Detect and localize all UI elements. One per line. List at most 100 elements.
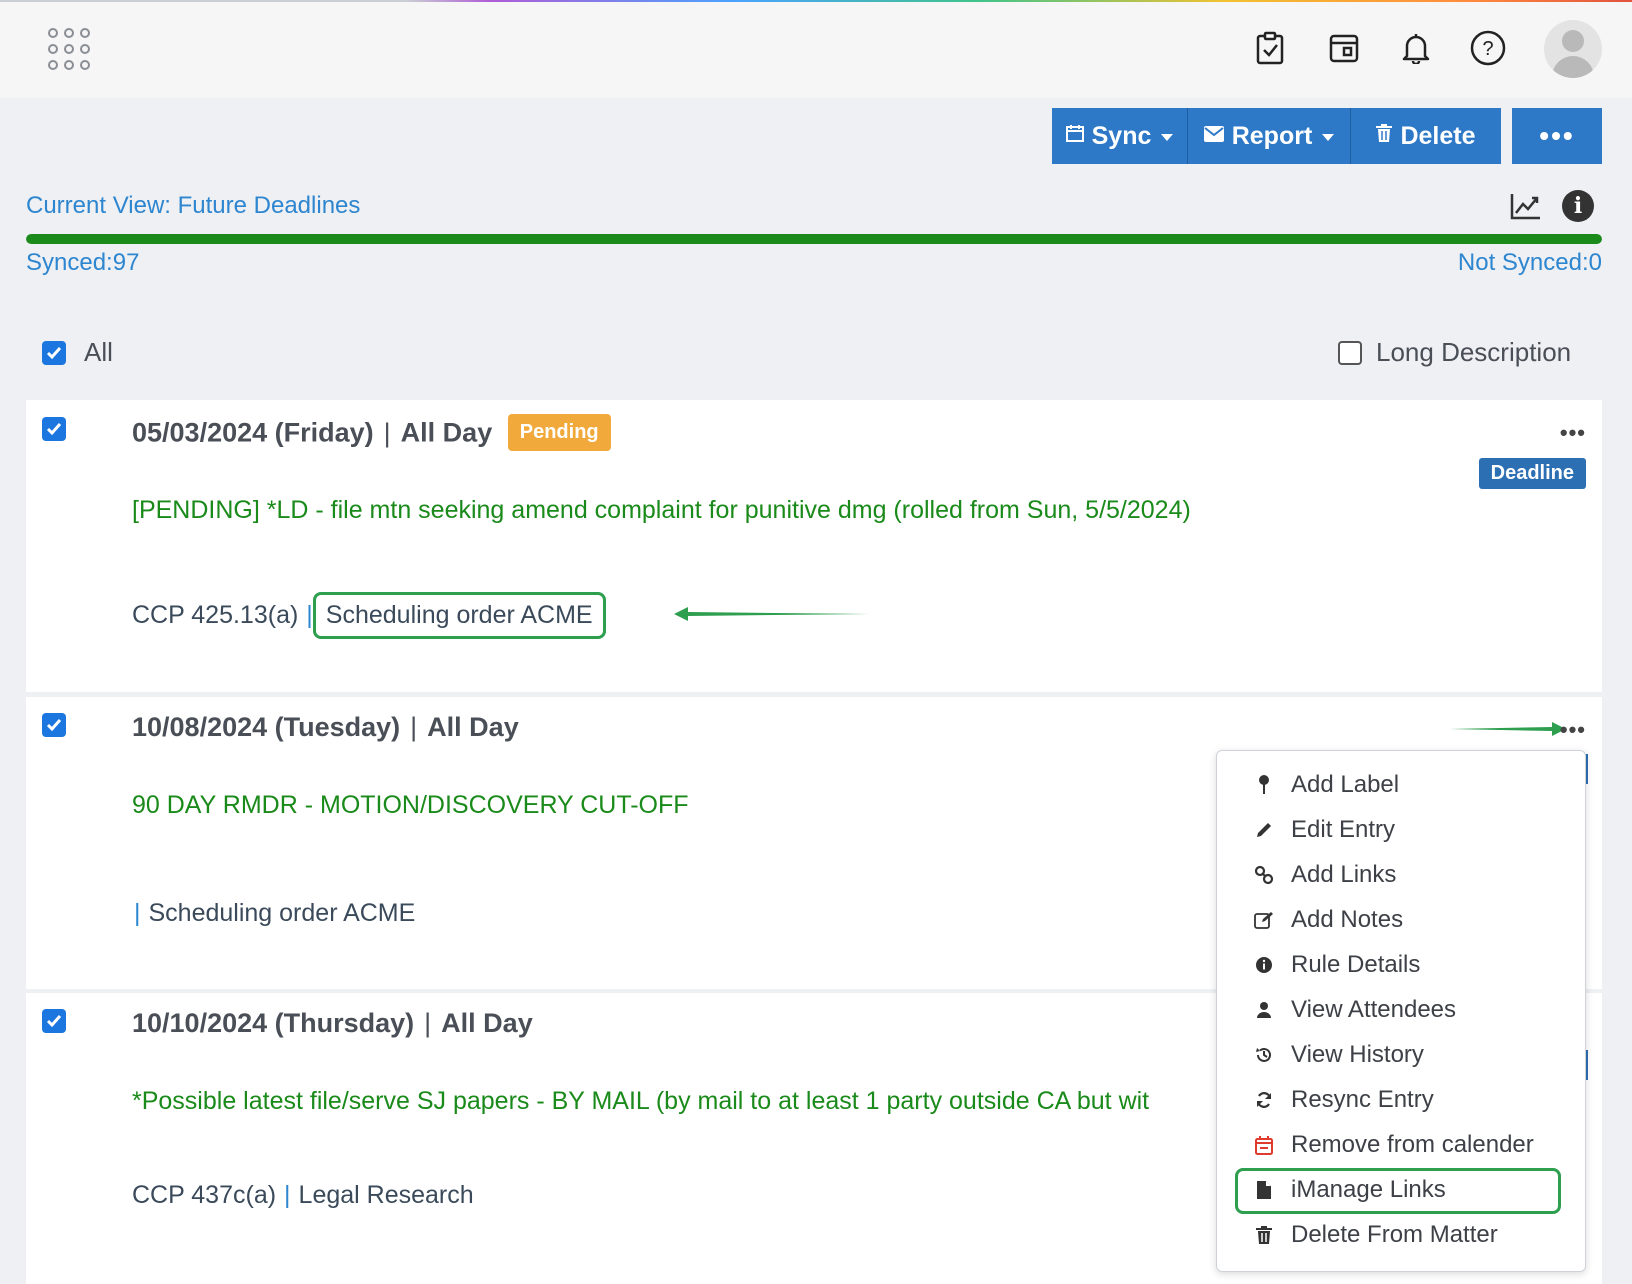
menu-item-label: Add Links — [1291, 861, 1397, 888]
entry-title[interactable]: [PENDING] *LD - file mtn seeking amend c… — [132, 496, 1191, 525]
menu-item-label: View History — [1291, 1041, 1424, 1068]
entry-date: 10/10/2024 (Thursday) — [132, 1008, 415, 1038]
sync-button[interactable]: Sync — [1052, 108, 1188, 164]
user-avatar-icon[interactable] — [1544, 20, 1602, 78]
calendar-box-icon[interactable] — [1326, 30, 1362, 66]
pin-icon — [1253, 774, 1275, 796]
annotation-arrow-right — [1450, 722, 1566, 736]
menu-item-label: Rule Details — [1291, 951, 1421, 978]
chevron-down-icon — [1322, 133, 1335, 141]
more-actions-button[interactable]: ••• — [1512, 108, 1602, 164]
select-all-label: All — [84, 337, 113, 367]
synced-count: Synced:97 — [26, 249, 140, 276]
entry-title[interactable]: *Possible latest file/serve SJ papers - … — [132, 1087, 1246, 1116]
entry-meta: CCP 425.13(a) | Scheduling order ACME — [132, 592, 606, 639]
separator: | — [284, 1181, 291, 1209]
report-button[interactable]: Report — [1188, 108, 1351, 164]
menu-item-label: Remove from calender — [1291, 1131, 1534, 1158]
entry-menu-button[interactable]: ••• — [1560, 420, 1586, 446]
menu-item-label: Delete From Matter — [1291, 1221, 1498, 1248]
entry-checkbox[interactable] — [42, 417, 66, 441]
menu-item-add-links[interactable]: Add Links — [1217, 853, 1585, 897]
entry-meta: | Scheduling order ACME — [134, 899, 415, 928]
info-circle-icon — [1253, 956, 1275, 974]
report-label: Report — [1231, 121, 1313, 150]
menu-item-view-history[interactable]: View History — [1217, 1033, 1585, 1077]
user-icon — [1253, 1001, 1275, 1019]
sync-progress-bar — [26, 234, 1602, 244]
link-icon — [1253, 865, 1275, 885]
calendar-remove-icon — [1253, 1135, 1275, 1155]
pending-badge: Pending — [507, 414, 611, 451]
trash-icon — [1253, 1226, 1275, 1244]
menu-item-add-label[interactable]: Add Label — [1217, 763, 1585, 807]
deadline-badge: Deadline — [1478, 458, 1586, 489]
separator: | — [134, 899, 141, 927]
menu-item-label: View Attendees — [1291, 996, 1457, 1023]
menu-item-label: Edit Entry — [1291, 816, 1396, 843]
trash-icon — [1376, 124, 1393, 148]
entry-time: All Day — [427, 712, 519, 742]
menu-item-add-notes[interactable]: Add Notes — [1217, 898, 1585, 942]
entry-date-line: 10/10/2024 (Thursday) | All Day — [132, 1008, 533, 1038]
info-icon[interactable]: i — [1562, 190, 1594, 222]
entry-checkbox[interactable] — [42, 1009, 66, 1033]
svg-text:?: ? — [1482, 38, 1493, 60]
history-icon — [1253, 1046, 1275, 1064]
entry-context-menu: Add Label Edit Entry Add Links Add Notes… — [1216, 750, 1586, 1272]
entry-card: 05/03/2024 (Friday) | All Day Pending ••• … — [26, 400, 1602, 692]
menu-item-view-attendees[interactable]: View Attendees — [1217, 988, 1585, 1032]
entry-menu-button[interactable]: ••• — [1560, 717, 1586, 743]
entry-matter-highlighted[interactable]: Scheduling order ACME — [312, 592, 606, 639]
long-description-label: Long Description — [1376, 337, 1572, 367]
entry-date: 10/08/2024 (Tuesday) — [132, 712, 401, 742]
menu-item-label: Add Notes — [1291, 906, 1404, 933]
clipboard-check-icon[interactable] — [1252, 30, 1288, 66]
entry-matter[interactable]: Scheduling order ACME — [149, 899, 416, 928]
line-chart-icon[interactable] — [1510, 192, 1542, 220]
current-view-label[interactable]: Current View: Future Deadlines — [26, 192, 360, 220]
entry-rule[interactable]: CCP 437c(a) — [132, 1181, 276, 1210]
menu-item-label: Add Label — [1291, 771, 1400, 798]
menu-item-imanage-links[interactable]: iManage Links — [1217, 1168, 1585, 1214]
entry-matter: Scheduling order ACME — [325, 601, 593, 629]
top-bar: ? — [0, 2, 1632, 98]
select-all-row: All — [42, 337, 113, 368]
calendar-icon — [1065, 124, 1084, 148]
select-all-checkbox[interactable] — [42, 340, 66, 365]
edit-note-icon — [1253, 911, 1275, 929]
envelope-icon — [1203, 125, 1224, 148]
chevron-down-icon — [1161, 133, 1174, 141]
entry-matter[interactable]: Legal Research — [299, 1181, 474, 1210]
apps-grid-icon[interactable] — [48, 28, 90, 70]
entry-time: All Day — [441, 1008, 533, 1038]
action-toolbar: Sync Report Delete — [1052, 108, 1501, 164]
entry-date-line: 10/08/2024 (Tuesday) | All Day — [132, 712, 519, 742]
highlight-box — [1235, 1168, 1561, 1214]
delete-button[interactable]: Delete — [1351, 108, 1501, 164]
entry-date: 05/03/2024 (Friday) — [132, 417, 374, 448]
menu-item-delete-from-matter[interactable]: Delete From Matter — [1217, 1213, 1585, 1257]
entry-meta: CCP 437c(a) | Legal Research — [132, 1181, 474, 1210]
pencil-icon — [1253, 821, 1275, 839]
sync-progress-fill — [26, 234, 1602, 244]
entry-checkbox[interactable] — [42, 713, 66, 737]
bell-icon[interactable] — [1398, 30, 1434, 66]
menu-item-rule-details[interactable]: Rule Details — [1217, 943, 1585, 987]
menu-item-remove-from-calender[interactable]: Remove from calender — [1217, 1123, 1585, 1167]
entry-rule[interactable]: CCP 425.13(a) — [132, 601, 298, 630]
delete-label: Delete — [1400, 121, 1476, 150]
menu-item-label: Resync Entry — [1291, 1086, 1434, 1113]
menu-item-edit-entry[interactable]: Edit Entry — [1217, 808, 1585, 852]
refresh-icon — [1253, 1091, 1275, 1109]
long-description-checkbox[interactable] — [1338, 340, 1362, 365]
not-synced-count: Not Synced:0 — [1457, 249, 1602, 276]
separator: | — [306, 601, 313, 629]
long-description-toggle: Long Description — [1338, 337, 1571, 368]
help-icon[interactable]: ? — [1470, 30, 1506, 66]
entry-title[interactable]: 90 DAY RMDR - MOTION/DISCOVERY CUT-OFF — [132, 791, 689, 820]
annotation-arrow-left — [674, 607, 870, 621]
entry-time: All Day — [400, 417, 493, 448]
sync-label: Sync — [1091, 121, 1152, 150]
menu-item-resync-entry[interactable]: Resync Entry — [1217, 1078, 1585, 1122]
